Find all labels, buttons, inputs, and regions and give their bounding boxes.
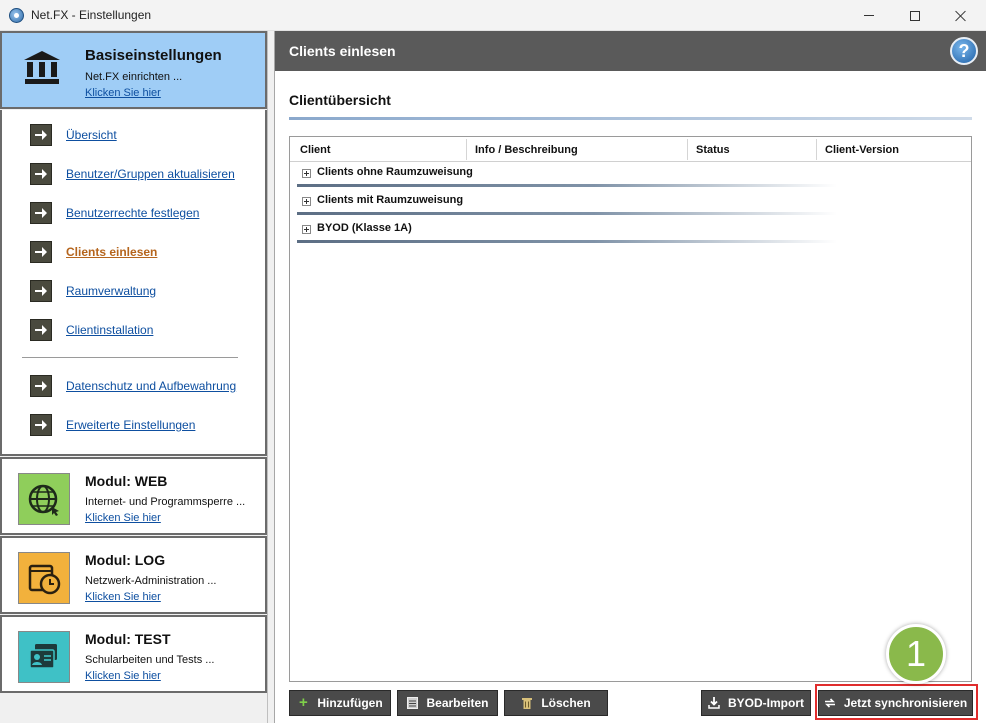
page-title: Clients einlesen [289, 43, 396, 59]
globe-icon [18, 473, 70, 525]
id-card-icon [18, 631, 70, 683]
group-divider [297, 240, 837, 243]
trash-icon [521, 697, 533, 709]
expand-icon[interactable] [302, 169, 311, 178]
module-test-title: Modul: TEST [85, 631, 171, 647]
minimize-button[interactable] [846, 0, 892, 31]
sidebar-item-uebersicht[interactable]: Übersicht [30, 124, 117, 146]
delete-button[interactable]: Löschen [504, 690, 608, 716]
delete-button-label: Löschen [541, 696, 591, 710]
sidebar-item-label[interactable]: Benutzerrechte festlegen [66, 206, 199, 220]
group-label: BYOD (Klasse 1A) [317, 222, 412, 234]
close-icon [955, 10, 967, 22]
download-icon [708, 697, 720, 709]
app-icon [9, 8, 24, 23]
arrow-right-icon [30, 319, 52, 341]
group-row[interactable]: Clients ohne Raumzuweisung [297, 164, 962, 187]
arrow-right-icon [30, 163, 52, 185]
base-settings-link[interactable]: Klicken Sie hier [85, 87, 161, 99]
arrow-right-icon [30, 280, 52, 302]
close-button[interactable] [938, 0, 984, 31]
module-test-panel[interactable]: Modul: TEST Schularbeiten und Tests ... … [0, 615, 267, 693]
title-bar: Net.FX - Einstellungen [0, 0, 986, 31]
sidebar-nav: Übersicht Benutzer/Gruppen aktualisieren… [0, 110, 267, 456]
base-settings-subtitle: Net.FX einrichten ... [85, 71, 183, 83]
arrow-right-icon [30, 202, 52, 224]
sidebar-item-label[interactable]: Übersicht [66, 128, 117, 142]
edit-button[interactable]: Bearbeiten [397, 690, 498, 716]
maximize-icon [910, 10, 920, 21]
sidebar-item-benutzerrechte[interactable]: Benutzerrechte festlegen [30, 202, 199, 224]
sync-button-highlight [815, 684, 978, 720]
add-button[interactable]: + Hinzufügen [289, 690, 391, 716]
window-title: Net.FX - Einstellungen [31, 8, 152, 22]
sidebar-item-raumverwaltung[interactable]: Raumverwaltung [30, 280, 156, 302]
nav-divider [22, 357, 238, 358]
column-separator [466, 139, 467, 160]
sidebar-item-label[interactable]: Datenschutz und Aufbewahrung [66, 379, 236, 393]
module-log-panel[interactable]: Modul: LOG Netzwerk-Administration ... K… [0, 536, 267, 614]
document-icon [406, 697, 418, 709]
column-header-info[interactable]: Info / Beschreibung [475, 144, 578, 156]
callout-badge: 1 [886, 624, 946, 684]
column-header-status[interactable]: Status [696, 144, 730, 156]
section-title: Clientübersicht [289, 92, 391, 108]
group-divider [297, 184, 837, 187]
sidebar-item-label[interactable]: Raumverwaltung [66, 284, 156, 298]
base-settings-title: Basiseinstellungen [85, 47, 222, 64]
group-label: Clients ohne Raumzuweisung [317, 166, 473, 178]
group-label: Clients mit Raumzuweisung [317, 194, 464, 206]
add-button-label: Hinzufügen [317, 696, 383, 710]
module-web-title: Modul: WEB [85, 473, 168, 489]
column-header-client[interactable]: Client [300, 144, 331, 156]
module-test-subtitle: Schularbeiten und Tests ... [85, 654, 215, 666]
column-header-client-version[interactable]: Client-Version [825, 144, 899, 156]
section-divider [289, 117, 972, 120]
main-panel: Clients einlesen ? Clientübersicht Clien… [274, 31, 986, 723]
minimize-icon [864, 15, 874, 16]
sidebar-item-label[interactable]: Erweiterte Einstellungen [66, 418, 195, 432]
arrow-right-icon [30, 414, 52, 436]
arrow-right-icon [30, 124, 52, 146]
grid-header: Client Info / Beschreibung Status Client… [290, 137, 971, 162]
bank-icon [24, 51, 60, 85]
base-settings-panel[interactable]: Basiseinstellungen Net.FX einrichten ...… [0, 31, 267, 109]
expand-icon[interactable] [302, 225, 311, 234]
main-header: Clients einlesen ? [275, 31, 986, 71]
byod-import-button[interactable]: BYOD-Import [701, 690, 811, 716]
column-separator [687, 139, 688, 160]
sidebar-item-datenschutz[interactable]: Datenschutz und Aufbewahrung [30, 375, 236, 397]
sidebar-item-clients-einlesen[interactable]: Clients einlesen [30, 241, 157, 263]
client-grid: Client Info / Beschreibung Status Client… [289, 136, 972, 682]
expand-icon[interactable] [302, 197, 311, 206]
plus-icon: + [298, 694, 308, 711]
arrow-right-icon [30, 375, 52, 397]
help-icon[interactable]: ? [950, 37, 978, 65]
module-web-subtitle: Internet- und Programmsperre ... [85, 496, 246, 508]
sidebar-item-benutzer-gruppen[interactable]: Benutzer/Gruppen aktualisieren [30, 163, 235, 185]
group-row[interactable]: Clients mit Raumzuweisung [297, 192, 962, 215]
module-web-link[interactable]: Klicken Sie hier [85, 512, 161, 524]
module-web-panel[interactable]: Modul: WEB Internet- und Programmsperre … [0, 457, 267, 535]
sidebar-item-label[interactable]: Clientinstallation [66, 323, 153, 337]
module-log-subtitle: Netzwerk-Administration ... [85, 575, 217, 587]
module-test-link[interactable]: Klicken Sie hier [85, 670, 161, 682]
module-log-link[interactable]: Klicken Sie hier [85, 591, 161, 603]
sidebar: Basiseinstellungen Net.FX einrichten ...… [0, 31, 268, 723]
sidebar-item-label[interactable]: Clients einlesen [66, 245, 157, 259]
byod-import-button-label: BYOD-Import [728, 696, 804, 710]
group-divider [297, 212, 837, 215]
sidebar-item-clientinstallation[interactable]: Clientinstallation [30, 319, 153, 341]
clock-folder-icon [18, 552, 70, 604]
module-log-title: Modul: LOG [85, 552, 166, 568]
column-separator [816, 139, 817, 160]
group-row[interactable]: BYOD (Klasse 1A) [297, 220, 962, 243]
edit-button-label: Bearbeiten [426, 696, 489, 710]
sidebar-item-label[interactable]: Benutzer/Gruppen aktualisieren [66, 167, 235, 181]
maximize-button[interactable] [892, 0, 938, 31]
sidebar-item-erweiterte-einstellungen[interactable]: Erweiterte Einstellungen [30, 414, 195, 436]
arrow-right-icon [30, 241, 52, 263]
